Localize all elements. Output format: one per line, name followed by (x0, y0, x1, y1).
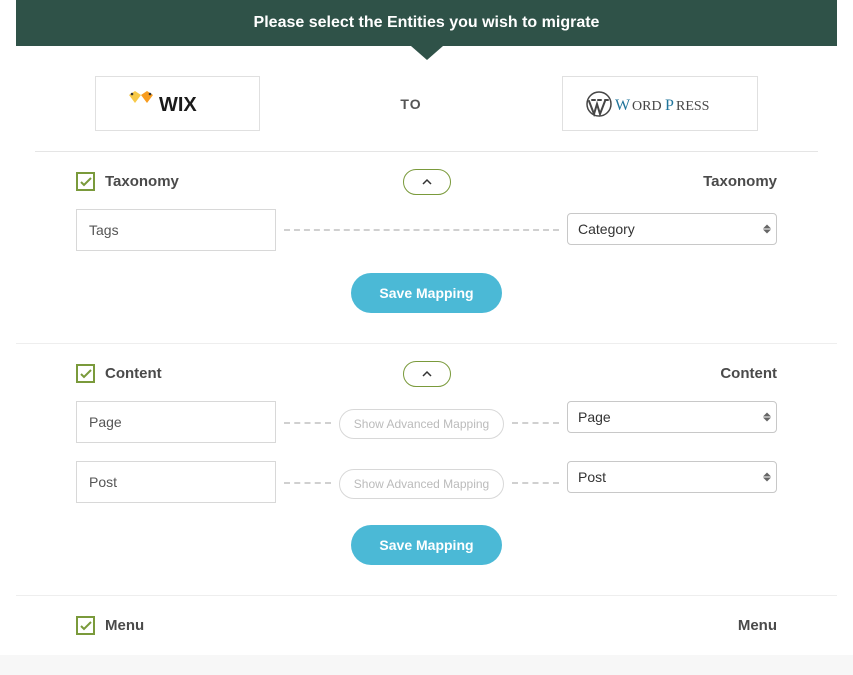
select-caret-icon (763, 225, 771, 234)
section-header-content: Content Content (76, 364, 777, 383)
chevron-up-icon (421, 178, 433, 186)
section-title-content-left: Content (105, 365, 162, 382)
show-advanced-mapping-button-0[interactable]: Show Advanced Mapping (339, 409, 504, 439)
header-title: Please select the Entities you wish to m… (254, 14, 600, 31)
target-platform-wordpress: W ORD P RESS (562, 76, 758, 131)
section-menu: Menu Menu (16, 596, 837, 655)
section-header-menu: Menu Menu (76, 616, 777, 635)
to-label: TO (400, 96, 421, 112)
source-platform-wix: WIX (95, 76, 260, 131)
show-advanced-mapping-button-1[interactable]: Show Advanced Mapping (339, 469, 504, 499)
svg-text:WIX: WIX (159, 94, 197, 116)
collapse-toggle-taxonomy[interactable] (403, 169, 451, 195)
checkbox-menu[interactable] (76, 616, 95, 635)
collapse-toggle-content[interactable] (403, 361, 451, 387)
target-select-taxonomy-0[interactable]: Category (567, 213, 777, 245)
mapping-row-content-0: Page Show Advanced Mapping Page (76, 401, 777, 443)
header-bar: Please select the Entities you wish to m… (16, 0, 837, 46)
section-title-menu-left: Menu (105, 617, 144, 634)
checkbox-taxonomy[interactable] (76, 172, 95, 191)
mapping-connector (284, 482, 331, 484)
target-select-content-0[interactable]: Page (567, 401, 777, 433)
select-caret-icon (763, 413, 771, 422)
mapping-connector (512, 482, 559, 484)
chevron-up-icon (421, 370, 433, 378)
section-title-taxonomy-left: Taxonomy (105, 173, 179, 190)
source-field-tags[interactable]: Tags (76, 209, 276, 251)
target-select-content-1[interactable]: Post (567, 461, 777, 493)
select-caret-icon (763, 473, 771, 482)
section-header-taxonomy: Taxonomy Taxonomy (76, 172, 777, 191)
checkbox-content[interactable] (76, 364, 95, 383)
source-field-post[interactable]: Post (76, 461, 276, 503)
section-content: Content Content Page Show Advanced Mappi… (16, 344, 837, 596)
mapping-connector (284, 229, 559, 231)
svg-text:P: P (665, 97, 674, 114)
section-title-menu-right: Menu (738, 617, 777, 634)
save-mapping-button-content[interactable]: Save Mapping (351, 525, 501, 565)
section-title-taxonomy-right: Taxonomy (703, 173, 777, 190)
migration-panel: Please select the Entities you wish to m… (0, 0, 853, 655)
svg-text:W: W (615, 97, 631, 114)
mapping-row-content-1: Post Show Advanced Mapping Post (76, 461, 777, 503)
section-title-content-right: Content (720, 365, 777, 382)
mapping-connector (284, 422, 331, 424)
save-mapping-button-taxonomy[interactable]: Save Mapping (351, 273, 501, 313)
source-field-page[interactable]: Page (76, 401, 276, 443)
svg-text:ORD: ORD (632, 99, 662, 114)
svg-text:RESS: RESS (676, 99, 709, 114)
mapping-connector (512, 422, 559, 424)
section-taxonomy: Taxonomy Taxonomy Tags Category Save Map… (16, 152, 837, 344)
platforms-row: WIX TO W ORD P RESS (35, 46, 818, 152)
header-pointer (411, 46, 443, 60)
mapping-row-taxonomy-0: Tags Category (76, 209, 777, 251)
